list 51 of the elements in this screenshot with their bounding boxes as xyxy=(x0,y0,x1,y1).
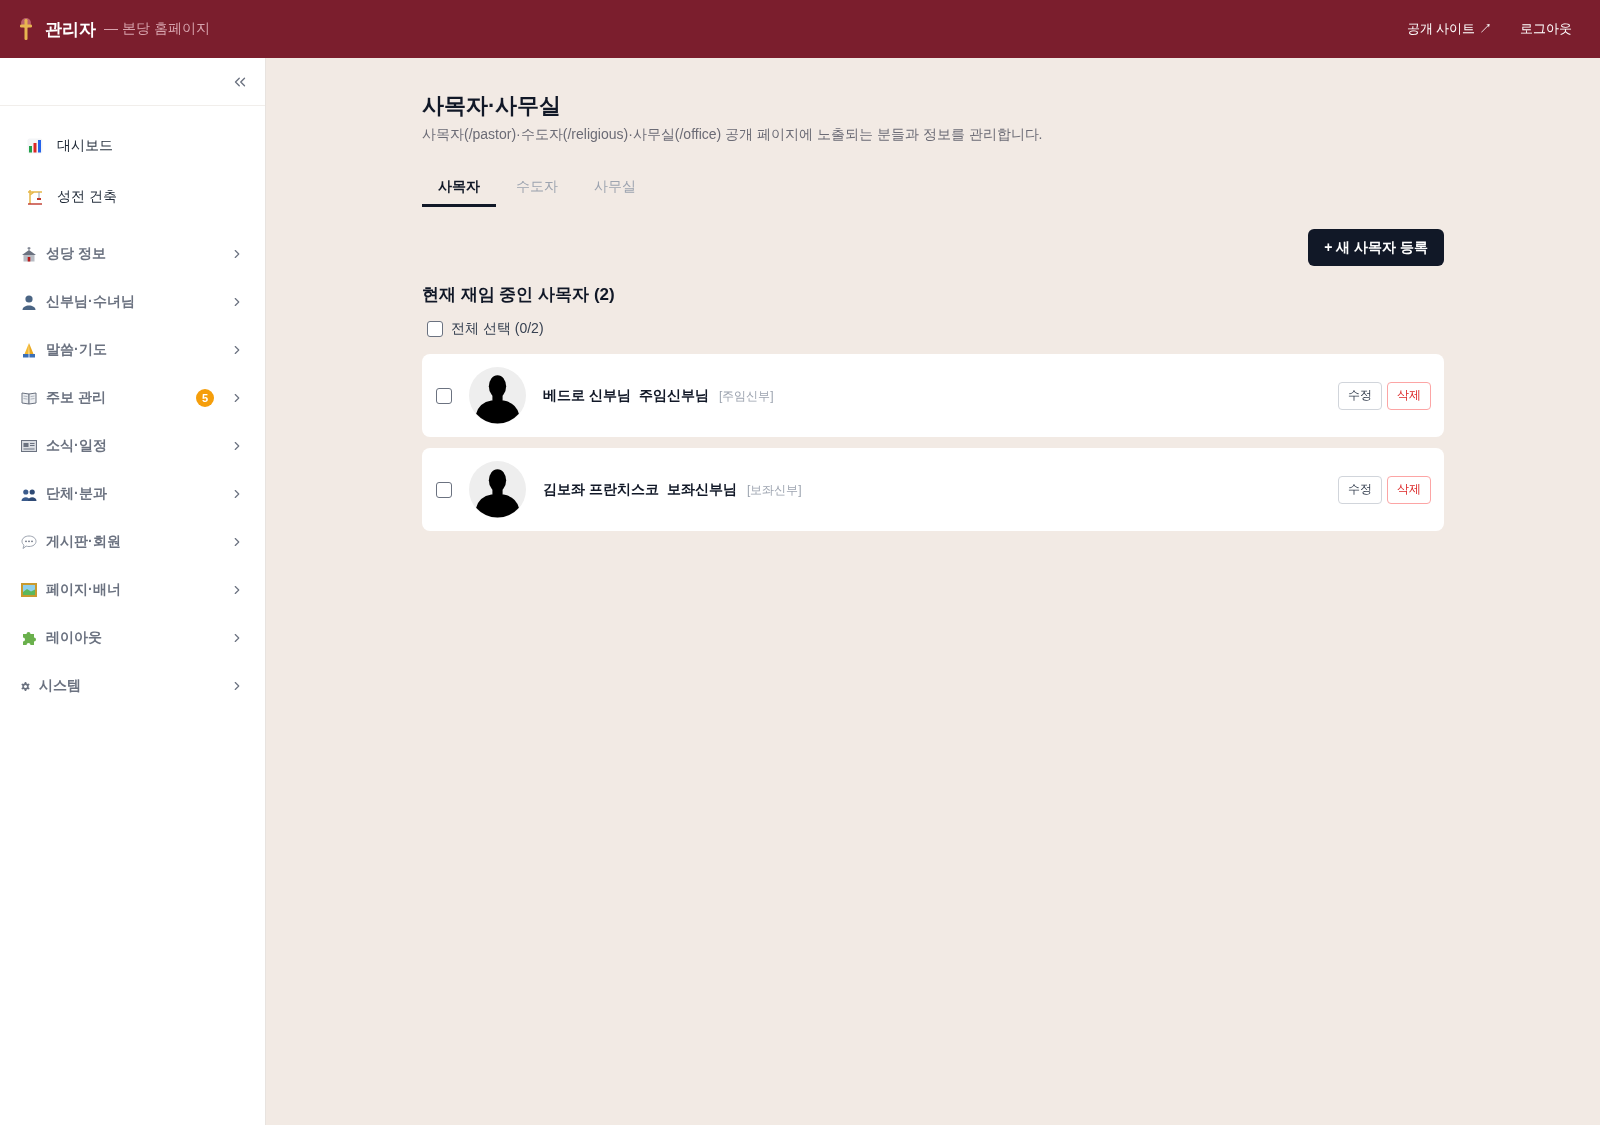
avatar-silhouette xyxy=(469,461,526,518)
page-description: 사목자(/pastor)·수도자(/religious)·사무실(/office) 공개 페이지에 노출되는 분들과 정보를 관리합니다. xyxy=(422,125,1044,144)
count-badge: 5 xyxy=(196,389,214,407)
role-tag: [보좌신부] xyxy=(746,481,802,499)
pastor-name: 김보좌 프란치스코 xyxy=(543,480,659,499)
sidebar-group[interactable]: 레이아웃 xyxy=(0,614,265,662)
puzzle-piece-icon xyxy=(21,630,37,646)
praying-hands-icon xyxy=(21,342,37,358)
sidebar-group[interactable]: 단체·분과 xyxy=(0,470,265,518)
edit-button[interactable]: 수정 xyxy=(1338,381,1382,410)
sidebar-link[interactable]: 성전 건축 xyxy=(12,177,253,217)
role-tag: [주임신부] xyxy=(718,387,774,405)
sidebar-group[interactable]: 게시판·회원 xyxy=(0,518,265,566)
golden-cross-icon xyxy=(19,18,33,40)
speech-bubble-icon xyxy=(21,534,37,550)
pastor-position: 주임신부님 xyxy=(638,386,709,405)
avatar-silhouette xyxy=(469,367,526,424)
site-subtitle: — 본당 홈페이지 xyxy=(104,20,210,38)
two-people-icon xyxy=(21,486,37,502)
add-pastor-button[interactable]: + 새 사목자 등록 xyxy=(1308,229,1444,266)
sidebar-link[interactable]: 대시보드 xyxy=(12,126,253,166)
crane-icon xyxy=(27,189,43,205)
sidebar-group[interactable]: 주보 관리 5 xyxy=(0,374,265,422)
pastor-position: 보좌신부님 xyxy=(666,480,737,499)
settings-icon xyxy=(21,681,30,691)
sidebar-group[interactable]: 시스템 xyxy=(0,662,265,710)
checkbox[interactable] xyxy=(436,481,452,498)
delete-button[interactable]: 삭제 xyxy=(1387,475,1431,504)
bar-chart-icon xyxy=(27,138,43,154)
header-link[interactable]: 로그아웃 xyxy=(1520,20,1572,38)
sidebar-group[interactable]: 성당 정보 xyxy=(0,230,265,278)
edit-button[interactable]: 수정 xyxy=(1338,475,1382,504)
person-icon xyxy=(21,294,37,310)
select-all-label: 전체 선택 (0/2) xyxy=(451,320,544,338)
app-title: 관리자 xyxy=(45,18,96,41)
framed-picture-icon xyxy=(21,582,37,598)
header-link[interactable]: 공개 사이트 ↗ xyxy=(1406,20,1492,38)
tab[interactable]: 사목자 xyxy=(422,166,496,207)
checkbox[interactable] xyxy=(436,387,452,404)
church-icon xyxy=(21,246,37,262)
open-book-icon xyxy=(21,390,37,406)
delete-button[interactable]: 삭제 xyxy=(1387,381,1431,410)
sidebar-group[interactable]: 말씀·기도 xyxy=(0,326,265,374)
page-title: 사목자·사무실 xyxy=(422,92,563,120)
newspaper-icon xyxy=(21,438,37,454)
checkbox[interactable] xyxy=(427,321,443,337)
sidebar-group[interactable]: 신부님·수녀님 xyxy=(0,278,265,326)
sidebar-group[interactable]: 소식·일정 xyxy=(0,422,265,470)
sidebar-group[interactable]: 페이지·배너 xyxy=(0,566,265,614)
section-title: 현재 재임 중인 사목자 (2) xyxy=(422,284,616,306)
pastor-name: 베드로 신부님 xyxy=(543,386,631,405)
